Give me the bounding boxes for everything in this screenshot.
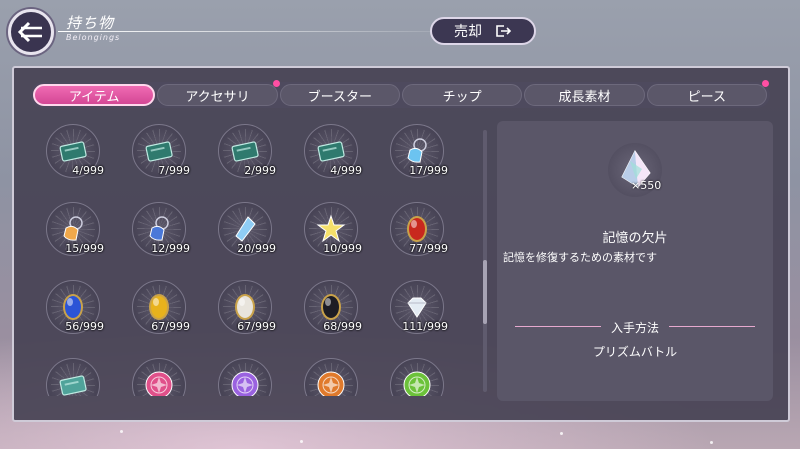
item-count: 10/999 [323, 242, 362, 255]
sparkle [300, 440, 303, 443]
item-count: 77/999 [409, 242, 448, 255]
scrollbar[interactable] [483, 130, 487, 392]
inventory-item[interactable]: 4/999 [296, 124, 366, 190]
notification-dot [761, 80, 769, 87]
item-count: 68/999 [323, 320, 362, 333]
tab-booster[interactable]: ブースター [279, 84, 400, 106]
tab-accessory[interactable]: アクセサリ [157, 80, 280, 106]
page-title: 持ち物 [66, 14, 115, 32]
inventory-item[interactable]: 10/999 [296, 202, 366, 268]
item-count: 67/999 [237, 320, 276, 333]
inventory-item[interactable]: ×505 [210, 358, 280, 396]
bell-charm-icon [58, 214, 88, 244]
item-count: 4/999 [72, 164, 104, 177]
ticket-icon [316, 136, 346, 166]
acquisition-title: 入手方法 [610, 321, 659, 335]
inventory-item[interactable]: 111/999 [382, 280, 452, 346]
ticket-icon [230, 136, 260, 166]
inventory-item[interactable]: 4/999 [38, 124, 108, 190]
item-count: 4/999 [330, 164, 362, 177]
diamond-icon [402, 292, 432, 322]
back-button[interactable] [8, 9, 54, 55]
item-count: 111/999 [402, 320, 448, 333]
inventory-item[interactable]: ×2 [382, 358, 452, 396]
inventory-item[interactable]: 15/999 [38, 202, 108, 268]
inventory-item[interactable]: 17/999 [382, 124, 452, 190]
inventory-item[interactable]: 2/999 [210, 124, 280, 190]
tab-chip[interactable]: チップ [401, 84, 523, 106]
tab-label: アイテム [68, 89, 120, 105]
tab-label: ブースター [307, 89, 372, 105]
star-burst-icon [316, 214, 346, 244]
scroll-icon [58, 370, 88, 396]
category-tabs: アイテム アクセサリ ブースター チップ 成長素材 ピース [30, 80, 770, 108]
tab-growth-material[interactable]: 成長素材 [524, 84, 645, 106]
item-count: 67/999 [151, 320, 190, 333]
page-subtitle: Belongings [66, 33, 121, 42]
item-grid: 4/999 7/999 2/999 4/999 17/999 15/999 12/999 20… [38, 124, 468, 396]
inventory-item[interactable]: 20/999 [210, 202, 280, 268]
ticket-icon [144, 136, 174, 166]
inventory-item[interactable]: 67/999 [210, 280, 280, 346]
sparkle [710, 441, 713, 444]
export-icon [496, 25, 512, 37]
inventory-item[interactable]: 7/999 [124, 124, 194, 190]
arrow-left-icon [17, 21, 42, 43]
tab-label: 成長素材 [558, 89, 611, 105]
blue-charm-icon [402, 136, 432, 166]
sparkle [120, 430, 123, 433]
inventory-item[interactable]: 77/999 [382, 202, 452, 268]
purple-medal-icon [230, 370, 260, 396]
inventory-item[interactable]: 67/999 [124, 280, 194, 346]
inventory-item[interactable]: ×240 [124, 358, 194, 396]
crystal-shard-icon [230, 214, 260, 244]
tab-label: チップ [442, 89, 482, 105]
item-count: 17/999 [409, 164, 448, 177]
green-medal-icon [402, 370, 432, 396]
item-count: 2/999 [244, 164, 276, 177]
pink-medal-icon [144, 370, 174, 396]
tab-label: ピース [687, 89, 726, 105]
blue-bell-icon [144, 214, 174, 244]
yellow-gem-icon [144, 292, 174, 322]
sparkle [560, 432, 563, 435]
inventory-item[interactable]: ×2 [296, 358, 366, 396]
item-count: 20/999 [237, 242, 276, 255]
detail-quantity: ×550 [631, 179, 662, 192]
acquisition-value: プリズムバトル [592, 345, 678, 359]
item-count: 7/999 [158, 164, 190, 177]
item-detail-panel: ×550 記憶の欠片 記憶を修復するための素材です 入手方法 プリズムバトル [497, 121, 773, 401]
item-count: 12/999 [151, 242, 190, 255]
blue-gem-icon [58, 292, 88, 322]
tab-item[interactable]: アイテム [33, 84, 156, 106]
detail-description: 記憶を修復するための素材です [503, 251, 657, 264]
item-count: 15/999 [65, 242, 104, 255]
sell-button-label: 売却 [454, 24, 482, 40]
tab-label: アクセサリ [185, 89, 250, 105]
orange-medal-icon [316, 370, 346, 396]
sell-button[interactable]: 売却 [430, 17, 536, 45]
title-underline [58, 31, 438, 32]
red-gem-icon [402, 214, 432, 244]
white-gem-icon [230, 292, 260, 322]
item-count: 56/999 [65, 320, 104, 333]
inventory-item[interactable]: 9/999 [38, 358, 108, 396]
header: 持ち物 Belongings 売却 [0, 0, 800, 60]
black-gem-icon [316, 292, 346, 322]
detail-item-name: 記憶の欠片 [602, 231, 668, 246]
scroll-thumb[interactable] [483, 260, 487, 324]
tab-piece[interactable]: ピース [646, 80, 769, 106]
notification-dot [272, 80, 280, 87]
ticket-icon [58, 136, 88, 166]
inventory-item[interactable]: 68/999 [296, 280, 366, 346]
inventory-item[interactable]: 56/999 [38, 280, 108, 346]
inventory-item[interactable]: 12/999 [124, 202, 194, 268]
